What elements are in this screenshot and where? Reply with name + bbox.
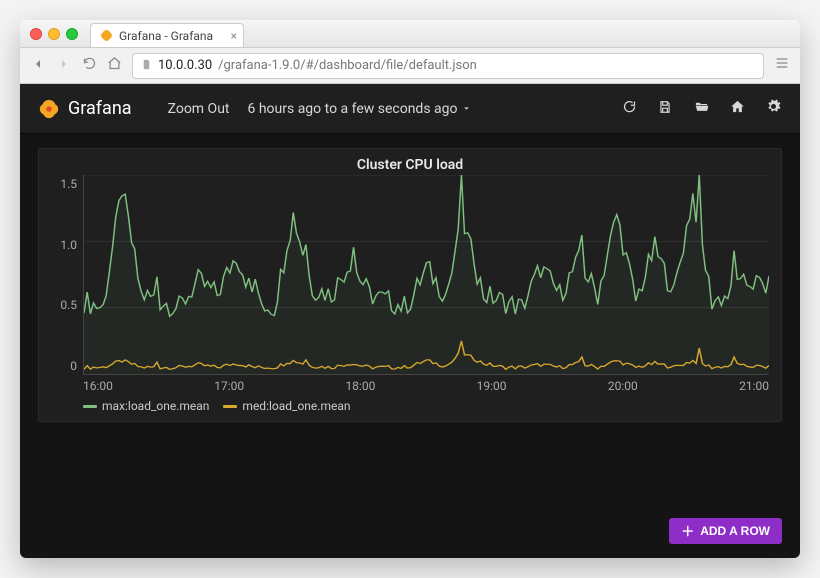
reload-button[interactable] xyxy=(82,56,97,75)
browser-toolbar: 10.0.0.30/grafana-1.9.0/#/dashboard/file… xyxy=(20,48,800,84)
grafana-favicon xyxy=(99,29,113,43)
window-controls xyxy=(30,28,78,40)
legend-label: max:load_one.mean xyxy=(102,399,209,413)
refresh-icon[interactable] xyxy=(620,99,638,118)
y-tick: 1.5 xyxy=(51,177,77,191)
y-tick: 1.0 xyxy=(51,238,77,252)
chart-panel: Cluster CPU load 1.5 1.0 0.5 0 xyxy=(38,148,782,422)
x-axis: 16:00 17:00 18:00 19:00 20:00 21:00 xyxy=(51,375,769,393)
browser-titlebar: Grafana - Grafana × xyxy=(20,20,800,48)
legend-swatch-yellow xyxy=(223,405,237,408)
time-range-label: 6 hours ago to a few seconds ago xyxy=(248,101,458,117)
y-axis: 1.5 1.0 0.5 0 xyxy=(51,175,83,375)
tab-title: Grafana - Grafana xyxy=(119,29,213,43)
close-tab-button[interactable]: × xyxy=(231,29,237,43)
brand[interactable]: Grafana xyxy=(38,98,132,120)
home-icon[interactable] xyxy=(728,99,746,118)
chart-title: Cluster CPU load xyxy=(51,157,769,173)
plus-icon: ＋ xyxy=(681,525,694,538)
gear-icon[interactable] xyxy=(764,99,782,118)
x-tick: 17:00 xyxy=(214,379,244,393)
forward-button[interactable] xyxy=(56,56,72,76)
plot-area[interactable] xyxy=(83,175,769,375)
page-icon xyxy=(141,58,152,74)
maximize-window-button[interactable] xyxy=(66,28,78,40)
app-topbar: Grafana Zoom Out 6 hours ago to a few se… xyxy=(20,84,800,134)
add-row-section: ＋ ADD A ROW xyxy=(20,508,800,558)
close-window-button[interactable] xyxy=(30,28,42,40)
y-tick: 0.5 xyxy=(51,298,77,312)
app-viewport: Grafana Zoom Out 6 hours ago to a few se… xyxy=(20,84,800,558)
chart-legend: max:load_one.mean med:load_one.mean xyxy=(51,393,769,415)
x-tick: 20:00 xyxy=(608,379,638,393)
browser-tab[interactable]: Grafana - Grafana × xyxy=(90,23,244,47)
x-tick: 16:00 xyxy=(83,379,113,393)
add-row-label: ADD A ROW xyxy=(700,524,770,538)
address-bar[interactable]: 10.0.0.30/grafana-1.9.0/#/dashboard/file… xyxy=(132,53,764,79)
x-tick: 19:00 xyxy=(477,379,507,393)
app-name: Grafana xyxy=(68,98,132,119)
y-tick: 0 xyxy=(51,359,77,373)
open-folder-icon[interactable] xyxy=(692,99,710,118)
legend-item-max[interactable]: max:load_one.mean xyxy=(83,399,209,413)
zoom-out-button[interactable]: Zoom Out xyxy=(168,101,230,117)
x-tick: 18:00 xyxy=(345,379,375,393)
x-tick: 21:00 xyxy=(739,379,769,393)
save-icon[interactable] xyxy=(656,100,674,118)
grafana-logo-icon xyxy=(38,98,60,120)
home-button[interactable] xyxy=(107,56,122,75)
minimize-window-button[interactable] xyxy=(48,28,60,40)
url-path: /grafana-1.9.0/#/dashboard/file/default.… xyxy=(218,58,477,73)
legend-label: med:load_one.mean xyxy=(242,399,350,413)
browser-menu-button[interactable] xyxy=(774,55,790,76)
legend-swatch-green xyxy=(83,405,97,408)
legend-item-med[interactable]: med:load_one.mean xyxy=(223,399,350,413)
chart-body: 1.5 1.0 0.5 0 xyxy=(51,175,769,375)
back-button[interactable] xyxy=(30,56,46,76)
url-host: 10.0.0.30 xyxy=(158,58,212,73)
time-range-picker[interactable]: 6 hours ago to a few seconds ago xyxy=(248,101,471,117)
chevron-down-icon xyxy=(462,104,471,113)
add-row-button[interactable]: ＋ ADD A ROW xyxy=(669,518,782,544)
panel-area: Cluster CPU load 1.5 1.0 0.5 0 xyxy=(20,134,800,508)
browser-window: Grafana - Grafana × 10.0.0.30/grafana-1.… xyxy=(20,20,800,558)
